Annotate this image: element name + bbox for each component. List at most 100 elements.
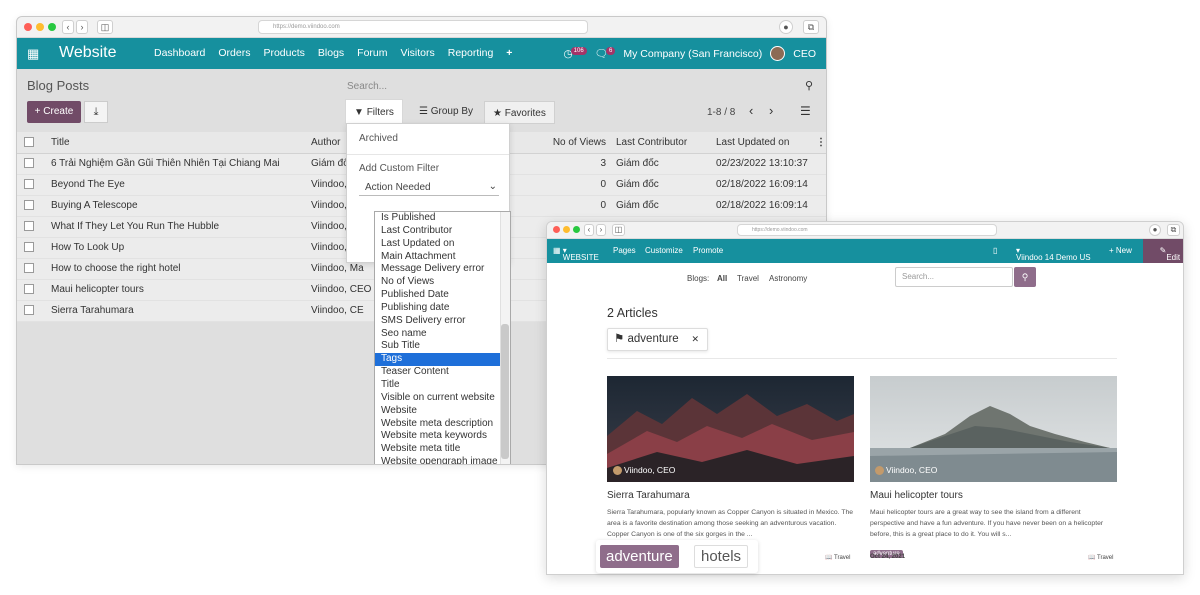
menu-dashboard[interactable]: Dashboard	[154, 47, 205, 59]
menu-products[interactable]: Products	[263, 47, 304, 59]
user-avatar[interactable]	[770, 46, 786, 61]
field-option[interactable]: Sub Title	[375, 340, 510, 353]
field-option[interactable]: Website meta title	[375, 443, 510, 456]
row-checkbox[interactable]	[24, 305, 34, 316]
field-option[interactable]: Message Delivery error	[375, 263, 510, 276]
minimize-window-icon[interactable]	[36, 23, 44, 31]
field-option[interactable]: Website meta description	[375, 418, 510, 431]
filters-button[interactable]: ▼ Filters	[345, 99, 403, 124]
sidebar-toggle-icon[interactable]: ◫	[97, 20, 113, 34]
maximize-window-icon[interactable]	[573, 226, 580, 233]
active-tag-chip[interactable]: ⚑ adventure ✕	[607, 328, 708, 351]
scrollbar-thumb[interactable]	[501, 324, 509, 459]
field-list-scrollbar[interactable]	[500, 212, 510, 464]
row-checkbox[interactable]	[24, 158, 34, 169]
new-content-button[interactable]: + New	[1109, 246, 1132, 255]
blog-filter-astronomy[interactable]: Astronomy	[769, 274, 807, 283]
remove-tag-icon[interactable]: ✕	[691, 329, 699, 350]
field-option[interactable]: No of Views	[375, 276, 510, 289]
field-option[interactable]: Teaser Content	[375, 366, 510, 379]
user-menu[interactable]: CEO	[793, 48, 816, 60]
row-checkbox[interactable]	[24, 200, 34, 211]
activity-icon[interactable]: ◷106	[563, 46, 587, 60]
blog-filter-all[interactable]: All	[717, 274, 727, 283]
menu-orders[interactable]: Orders	[218, 47, 250, 59]
card-title-2[interactable]: Maui helicopter tours	[870, 490, 963, 501]
row-checkbox[interactable]	[24, 242, 34, 253]
download-status-icon[interactable]: ●	[1149, 224, 1161, 236]
back-icon[interactable]: ‹	[62, 20, 74, 34]
blog-filter-travel[interactable]: Travel	[737, 274, 759, 283]
company-switcher[interactable]: My Company (San Francisco)	[623, 48, 762, 60]
field-option[interactable]: SMS Delivery error	[375, 315, 510, 328]
field-option[interactable]: Last Contributor	[375, 225, 510, 238]
search-icon[interactable]: ⚲	[1014, 267, 1036, 287]
field-option[interactable]: Published Date	[375, 289, 510, 302]
nav-customize[interactable]: Customize	[645, 246, 683, 255]
cell-select[interactable]	[17, 174, 47, 196]
forward-icon[interactable]: ›	[76, 20, 88, 34]
row-checkbox[interactable]	[24, 284, 34, 295]
edit-button[interactable]: ✎ Edit	[1143, 239, 1183, 263]
maximize-window-icon[interactable]	[48, 23, 56, 31]
cell-select[interactable]	[17, 300, 47, 322]
back-icon[interactable]: ‹	[584, 224, 594, 236]
app-name[interactable]: Website	[59, 44, 117, 62]
sidebar-toggle-icon[interactable]: ◫	[612, 224, 625, 236]
field-option[interactable]: Main Attachment	[375, 251, 510, 264]
field-option[interactable]: Is Published	[375, 212, 510, 225]
field-option[interactable]: Tags	[375, 353, 510, 367]
tabs-overview-icon[interactable]: ⧉	[803, 20, 819, 34]
select-all-checkbox[interactable]	[24, 137, 34, 148]
url-bar[interactable]: https://demo.viindoo.com	[737, 224, 997, 236]
menu-add[interactable]: +	[506, 47, 512, 59]
add-custom-filter[interactable]: Add Custom Filter	[359, 163, 439, 174]
field-option[interactable]: Website meta keywords	[375, 430, 510, 443]
group-by-button[interactable]: ☰ Group By	[411, 99, 481, 124]
cell-select[interactable]	[17, 258, 47, 280]
nav-promote[interactable]: Promote	[693, 246, 723, 255]
card-blog-1[interactable]: 📖 Travel	[825, 554, 850, 561]
menu-forum[interactable]: Forum	[357, 47, 387, 59]
pager-value[interactable]: 1-8 / 8	[707, 107, 735, 118]
field-option[interactable]: Publishing date	[375, 302, 510, 315]
pager-prev-icon[interactable]: ‹	[749, 103, 753, 118]
field-option[interactable]: Visible on current website	[375, 392, 510, 405]
website-menu[interactable]: ▦ WEBSITE ▾	[553, 246, 599, 262]
menu-reporting[interactable]: Reporting	[448, 47, 494, 59]
tag-chip-hotels[interactable]: hotels	[694, 545, 749, 568]
download-icon[interactable]: ⤓	[84, 101, 108, 123]
search-icon[interactable]: ⚲	[805, 79, 813, 92]
pager-next-icon[interactable]: ›	[769, 103, 773, 118]
card-title-1[interactable]: Sierra Tarahumara	[607, 490, 690, 501]
column-options-icon[interactable]: ⋮	[812, 132, 826, 154]
menu-blogs[interactable]: Blogs	[318, 47, 344, 59]
website-switcher[interactable]: Viindoo 14 Demo US ▾	[1016, 246, 1091, 262]
field-option[interactable]: Website	[375, 405, 510, 418]
row-checkbox[interactable]	[24, 179, 34, 190]
cell-select[interactable]	[17, 237, 47, 259]
search-input[interactable]: Search...	[347, 81, 817, 92]
url-bar[interactable]: https://demo.viindoo.com	[258, 20, 588, 34]
field-option[interactable]: Website opengraph image	[375, 456, 510, 464]
row-checkbox[interactable]	[24, 221, 34, 232]
nav-pages[interactable]: Pages	[613, 246, 636, 255]
create-button[interactable]: + Create	[27, 101, 81, 123]
field-option[interactable]: Last Updated on	[375, 238, 510, 251]
column-last-updated[interactable]: Last Updated on	[712, 132, 812, 154]
apps-grid-icon[interactable]: ▦	[27, 46, 39, 62]
blog-search-input[interactable]: Search...	[895, 267, 1013, 287]
forward-icon[interactable]: ›	[596, 224, 606, 236]
mobile-preview-icon[interactable]: ▯	[993, 246, 997, 255]
download-status-icon[interactable]: ●	[779, 20, 793, 34]
filter-archived[interactable]: Archived	[359, 133, 398, 144]
cell-select[interactable]	[17, 216, 47, 238]
cell-select[interactable]	[17, 153, 47, 175]
messages-icon[interactable]: 🗨6	[595, 47, 616, 60]
close-window-icon[interactable]	[553, 226, 560, 233]
tabs-overview-icon[interactable]: ⧉	[1167, 224, 1180, 236]
minimize-window-icon[interactable]	[563, 226, 570, 233]
field-option[interactable]: Title	[375, 379, 510, 392]
column-last-contributor[interactable]: Last Contributor	[612, 132, 712, 154]
close-window-icon[interactable]	[24, 23, 32, 31]
